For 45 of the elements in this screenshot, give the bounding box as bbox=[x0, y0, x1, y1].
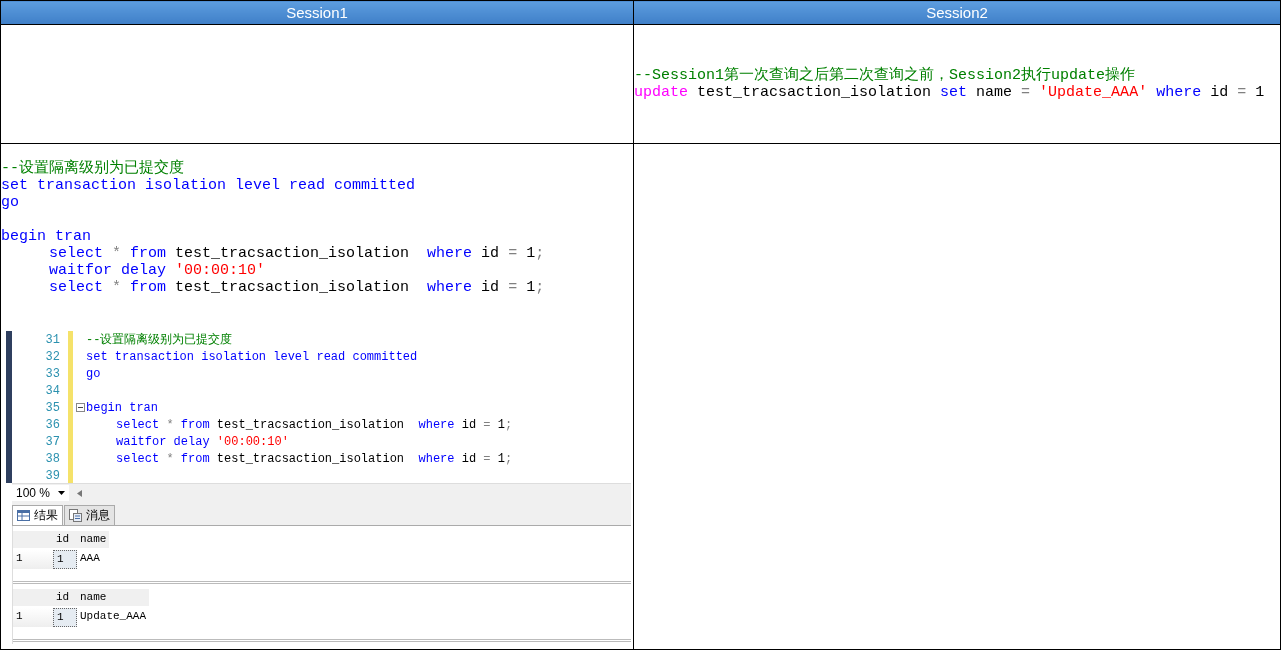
grid-cell[interactable]: 1 bbox=[53, 550, 77, 569]
code-line: select * from test_tracsaction_isolation where id = 1; bbox=[49, 279, 545, 296]
grid-cell[interactable]: 1 bbox=[53, 608, 77, 627]
code-line: begin tran bbox=[1, 228, 91, 245]
grid-cell[interactable]: AAA bbox=[77, 550, 110, 569]
line-number: 32 bbox=[44, 349, 61, 364]
line-number: 38 bbox=[44, 451, 61, 466]
zoom-dropdown[interactable]: 100 % bbox=[12, 485, 70, 501]
grid-header-cell: id bbox=[53, 589, 77, 606]
line-number: 31 bbox=[44, 332, 61, 347]
grid-icon bbox=[17, 510, 30, 521]
result-tab[interactable]: 消息 bbox=[64, 505, 115, 525]
line-number: 34 bbox=[44, 383, 61, 398]
code-line: set transaction isolation level read committed bbox=[86, 349, 418, 364]
line-number: 35 bbox=[44, 400, 61, 415]
code-line: waitfor delay '00:00:10' bbox=[49, 262, 266, 279]
line-number: 33 bbox=[44, 366, 61, 381]
line-number: 36 bbox=[44, 417, 61, 432]
caret-icon bbox=[58, 491, 66, 495]
code-line: select * from test_tracsaction_isolation where id = 1; bbox=[115, 417, 513, 432]
collapse-icon[interactable] bbox=[76, 403, 85, 412]
code-line: --Session1第一次查询之后第二次查询之前，Session2执行update操作 bbox=[634, 67, 1136, 84]
code-line: --设置隔离级别为已提交度 bbox=[86, 332, 233, 348]
scroll-left-icon[interactable] bbox=[77, 489, 83, 497]
grid-header-cell: id bbox=[53, 531, 77, 548]
code-line: select * from test_tracsaction_isolation where id = 1; bbox=[49, 245, 545, 262]
column-header: Session1 bbox=[0, 0, 634, 25]
code-line: set transaction isolation level read committed bbox=[1, 177, 416, 194]
code-line: go bbox=[86, 366, 101, 381]
grid-cell[interactable]: Update_AAA bbox=[77, 608, 149, 627]
column-header: Session2 bbox=[633, 0, 1281, 25]
code-line: --设置隔离级别为已提交度 bbox=[1, 160, 184, 177]
document-icon bbox=[69, 509, 82, 522]
grid-header-cell: name bbox=[77, 531, 110, 548]
code-line: go bbox=[1, 194, 19, 211]
corner-cell bbox=[13, 531, 53, 548]
grid-header-cell: name bbox=[77, 589, 149, 606]
code-line: update test_tracsaction_isolation set name = 'Update_AAA' where id = 1 bbox=[634, 84, 1265, 101]
corner-cell bbox=[13, 589, 53, 606]
code-line: begin tran bbox=[86, 400, 158, 415]
line-number: 37 bbox=[44, 434, 61, 449]
line-number: 39 bbox=[44, 468, 61, 483]
result-tab[interactable]: 结果 bbox=[12, 505, 63, 525]
code-line: waitfor delay '00:00:10' bbox=[115, 434, 289, 449]
code-line: select * from test_tracsaction_isolation where id = 1; bbox=[115, 451, 513, 466]
